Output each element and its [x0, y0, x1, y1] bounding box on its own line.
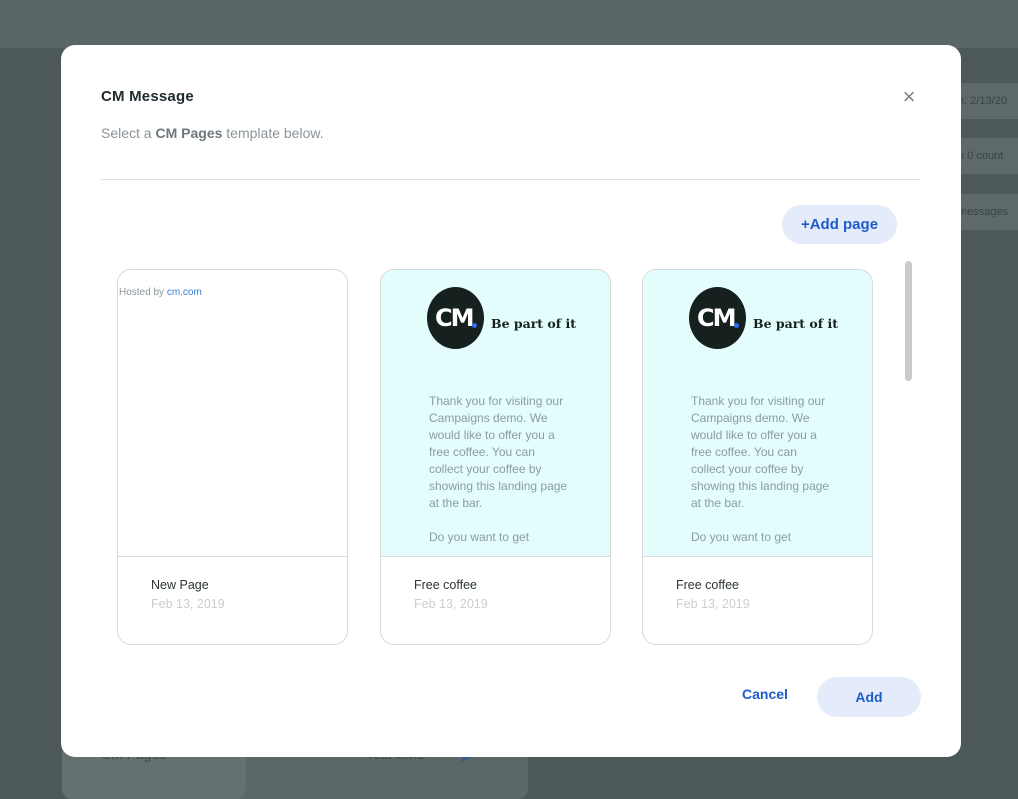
hosted-by-label: Hosted by cm.com — [119, 287, 202, 298]
tagline: Be part of it — [753, 316, 839, 331]
card-preview: Hosted by cm.com — [118, 270, 347, 557]
cm-logo-icon: CM — [427, 287, 484, 349]
card-title: New Page — [151, 578, 209, 592]
add-button[interactable]: Add — [817, 677, 921, 717]
cm-logo-text: CM — [435, 304, 474, 332]
subtitle-prefix: Select a — [101, 125, 156, 141]
background-chip-messages: messages — [952, 194, 1018, 230]
divider — [101, 179, 921, 180]
card-title: Free coffee — [414, 578, 478, 592]
add-page-button[interactable]: +Add page — [782, 205, 897, 244]
background-topbar — [0, 0, 1018, 48]
card-date: Feb 13, 2019 — [151, 597, 225, 611]
background-chip-date: n: 2/13/20 — [952, 83, 1018, 119]
cancel-button[interactable]: Cancel — [726, 686, 804, 708]
tagline: Be part of it — [491, 316, 577, 331]
card-title: Free coffee — [676, 578, 740, 592]
template-card-free-coffee-2[interactable]: CM Be part of it Thank you for visiting … — [642, 269, 873, 645]
modal-title: CM Message — [101, 88, 194, 105]
card-preview: CM Be part of it Thank you for visiting … — [643, 270, 872, 557]
template-card-new-page[interactable]: Hosted by cm.com New Page Feb 13, 2019 — [117, 269, 348, 645]
template-card-free-coffee-1[interactable]: CM Be part of it Thank you for visiting … — [380, 269, 611, 645]
card-date: Feb 13, 2019 — [676, 597, 750, 611]
cm-logo-text: CM — [697, 304, 736, 332]
preview-body: Thank you for visiting our Campaigns dem… — [691, 393, 831, 546]
card-preview: CM Be part of it Thank you for visiting … — [381, 270, 610, 557]
hosted-link: cm.com — [166, 287, 202, 298]
preview-body-more: Do you want to get — [691, 530, 792, 544]
cm-message-modal: CM Message Select a CM Pages template be… — [61, 45, 961, 757]
preview-body-text: Thank you for visiting our Campaigns dem… — [429, 394, 568, 510]
cards-scrollbar[interactable] — [905, 261, 912, 381]
close-icon[interactable]: × — [897, 85, 921, 109]
preview-body: Thank you for visiting our Campaigns dem… — [429, 393, 569, 546]
preview-body-more: Do you want to get — [429, 530, 530, 544]
hosted-prefix: Hosted by — [119, 287, 167, 298]
card-date: Feb 13, 2019 — [414, 597, 488, 611]
background-chip-count: n 0 count — [952, 138, 1018, 174]
cm-logo-icon: CM — [689, 287, 746, 349]
subtitle-suffix: template below. — [222, 125, 324, 141]
modal-subtitle: Select a CM Pages template below. — [101, 125, 324, 141]
subtitle-bold: CM Pages — [155, 125, 223, 141]
preview-body-text: Thank you for visiting our Campaigns dem… — [691, 394, 830, 510]
